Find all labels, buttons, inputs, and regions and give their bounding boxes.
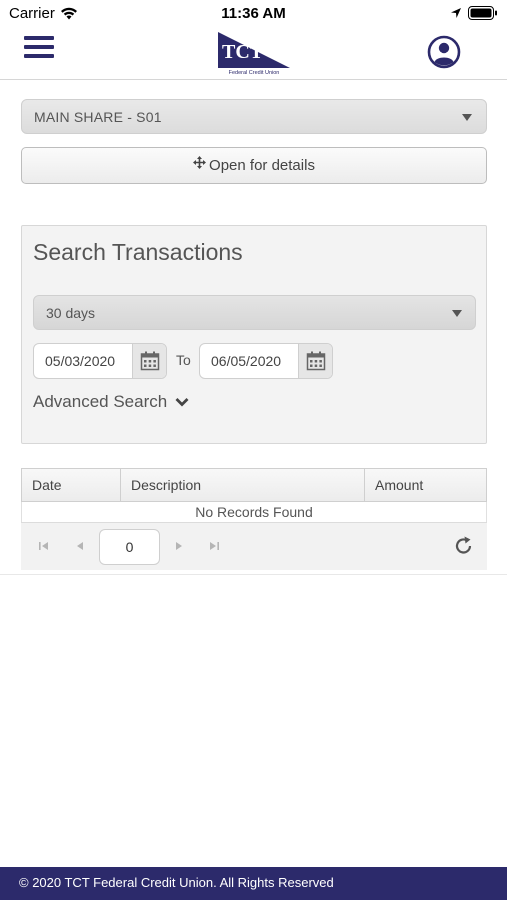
status-bar: Carrier 11:36 AM bbox=[0, 0, 507, 26]
next-page-icon[interactable] bbox=[168, 535, 190, 557]
advanced-search-label: Advanced Search bbox=[33, 392, 168, 411]
to-label: To bbox=[176, 352, 191, 368]
empty-table-message: No Records Found bbox=[21, 502, 487, 522]
app-header: TCT Federal Credit Union bbox=[0, 26, 507, 80]
date-range-value: 30 days bbox=[46, 305, 96, 321]
column-header-description[interactable]: Description bbox=[121, 469, 365, 501]
open-details-label: Open for details bbox=[209, 157, 315, 174]
copyright-text: © 2020 TCT Federal Credit Union. All Rig… bbox=[19, 875, 334, 890]
from-date-input[interactable] bbox=[34, 344, 132, 378]
logo-graphic: TCT Federal Credit Union bbox=[218, 32, 290, 76]
account-select[interactable]: MAIN SHARE - S01 bbox=[21, 99, 487, 134]
search-title: Search Transactions bbox=[33, 239, 243, 265]
to-date-field bbox=[199, 343, 333, 379]
logo-text: TCT bbox=[222, 41, 264, 63]
location-arrow-icon bbox=[451, 8, 461, 18]
to-date-input[interactable] bbox=[200, 344, 298, 378]
to-calendar-button[interactable] bbox=[298, 344, 332, 378]
logo-subtext: Federal Credit Union bbox=[229, 70, 280, 76]
calendar-icon bbox=[306, 351, 326, 371]
open-details-button[interactable]: Open for details bbox=[21, 147, 487, 184]
search-transactions-panel: Search Transactions 30 days T bbox=[21, 225, 487, 444]
page-number-input[interactable] bbox=[99, 529, 160, 565]
calendar-icon bbox=[140, 351, 160, 371]
last-page-icon[interactable] bbox=[203, 535, 225, 557]
table-header: Date Description Amount bbox=[21, 468, 487, 502]
main-content: MAIN SHARE - S01 Open for details Search… bbox=[0, 81, 507, 575]
table-pager bbox=[21, 522, 487, 570]
tct-logo: TCT Federal Credit Union bbox=[216, 28, 292, 76]
account-selected-value: MAIN SHARE - S01 bbox=[34, 109, 162, 125]
footer: © 2020 TCT Federal Credit Union. All Rig… bbox=[0, 867, 507, 900]
from-calendar-button[interactable] bbox=[132, 344, 166, 378]
battery-icon bbox=[468, 6, 497, 20]
date-range-select[interactable]: 30 days bbox=[33, 295, 476, 330]
chevron-down-icon bbox=[175, 398, 189, 407]
user-profile-icon[interactable] bbox=[427, 35, 461, 69]
clock: 11:36 AM bbox=[221, 5, 286, 22]
transactions-table: Date Description Amount No Records Found bbox=[21, 468, 487, 570]
caret-down-icon bbox=[462, 114, 472, 121]
column-header-date[interactable]: Date bbox=[22, 469, 121, 501]
move-arrows-icon bbox=[193, 147, 207, 182]
first-page-icon[interactable] bbox=[33, 535, 55, 557]
advanced-search-toggle[interactable]: Advanced Search bbox=[33, 392, 189, 412]
hamburger-menu-icon[interactable] bbox=[24, 36, 54, 62]
column-header-amount[interactable]: Amount bbox=[365, 469, 486, 501]
previous-page-icon[interactable] bbox=[69, 535, 91, 557]
refresh-icon[interactable] bbox=[453, 535, 475, 557]
caret-down-icon bbox=[452, 310, 462, 317]
from-date-field bbox=[33, 343, 167, 379]
